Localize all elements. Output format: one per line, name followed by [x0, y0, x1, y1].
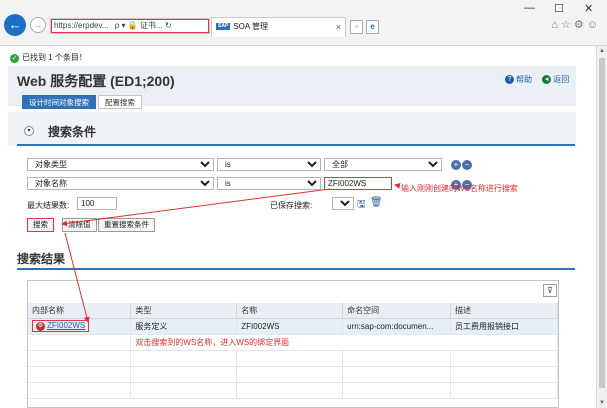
row1-add-remove: + − [451, 160, 473, 170]
back-arrow-icon[interactable]: ← [4, 14, 26, 36]
delete-icon[interactable]: 🗑 [370, 197, 383, 208]
add-row-icon[interactable]: + [451, 160, 461, 170]
header-links: ? 帮助 ◂ 返回 [505, 74, 569, 85]
browser-toolbar: ⌂☆⚙☺ [551, 18, 601, 31]
table-row [28, 366, 558, 383]
back-link[interactable]: ◂ 返回 [542, 75, 569, 85]
column-header[interactable]: 命名空间 [342, 303, 452, 319]
ie-logo-icon[interactable]: e [366, 20, 379, 34]
sap-logo-icon: SAP [216, 23, 231, 31]
back-icon: ◂ [542, 75, 552, 85]
help-icon: ? [505, 75, 514, 85]
forward-arrow-icon[interactable]: → [30, 17, 46, 33]
column-header[interactable]: 名称 [236, 303, 344, 319]
smiley-icon[interactable]: ☺ [587, 19, 601, 31]
input-hint-arrow [394, 183, 401, 189]
reset-criteria-button[interactable]: 重置搜索条件 [98, 218, 155, 232]
max-results-label: 最大结果数: [27, 201, 70, 210]
table-cell: 员工费用报销接口 [450, 318, 558, 335]
table-row[interactable]: ⚙ ZFI002WS 服务定义 ZFI002WS urn:sap-com:docu… [28, 318, 558, 335]
clear-values-button[interactable]: 清除值 [62, 218, 97, 232]
saved-search-select[interactable] [332, 197, 354, 210]
operator-select-1[interactable]: is [217, 158, 321, 171]
tab-config-search[interactable]: 配置搜索 [98, 95, 142, 109]
home-icon[interactable]: ⌂ [551, 19, 561, 31]
save-icon[interactable]: 🖫 [357, 197, 366, 214]
vertical-scrollbar[interactable]: ▲ ▼ [596, 46, 607, 408]
table-cell: ZFI002WS [236, 318, 344, 335]
input-hint-annotation: 输入刚刚创建的WS名称进行搜索 [401, 184, 518, 193]
table-cell-internal-name[interactable]: ⚙ ZFI002WS [28, 318, 132, 335]
address-bar[interactable]: https://erpdev... ρ ▾ 🔒 证书... ↻ [50, 18, 210, 34]
results-table: 内部名称 类型 名称 命名空间 描述 ⚙ ZFI002WS 服务定义 ZFI002… [28, 303, 558, 399]
filter-icon[interactable]: ⊽ [543, 284, 557, 297]
remove-row-icon[interactable]: − [462, 160, 472, 170]
scroll-thumb[interactable] [599, 58, 605, 388]
table-row: 双击搜索到的WS名称，进入WS的绑定界面 [28, 334, 558, 351]
maximize-icon[interactable]: ☐ [554, 2, 564, 15]
column-header[interactable]: 描述 [450, 303, 558, 319]
field-select-1[interactable]: 对象类型 [27, 158, 214, 171]
table-header-row: 内部名称 类型 名称 命名空间 描述 [28, 303, 558, 319]
help-link[interactable]: ? 帮助 [505, 75, 532, 85]
collapse-icon[interactable]: ▾ [24, 126, 34, 136]
value-select-1[interactable]: 全部 [324, 158, 442, 171]
column-header[interactable]: 类型 [130, 303, 238, 319]
results-title: 搜索结果 [17, 252, 66, 266]
max-results-input[interactable] [77, 197, 117, 210]
browser-tab[interactable]: SAP SOA 管理 × [211, 17, 346, 37]
ws-name-link[interactable]: ⚙ ZFI002WS [32, 320, 90, 332]
page-title: Web 服务配置 (ED1;200) [17, 73, 175, 89]
browser-chrome: — ☐ ✕ ← → https://erpdev... ρ ▾ 🔒 证书... … [0, 0, 607, 46]
found-message: ✓ 已找到 1 个条目！ [10, 52, 87, 63]
address-url: https://erpdev... [54, 21, 109, 30]
table-cell: urn:sap-com:documen... [342, 318, 452, 335]
address-tools: ρ ▾ 🔒 证书... ↻ [114, 21, 172, 30]
dblclick-hint-annotation: 双击搜索到的WS名称，进入WS的绑定界面 [130, 334, 558, 351]
scroll-down-icon[interactable]: ▼ [599, 400, 605, 406]
found-text: 已找到 1 个条目！ [22, 53, 87, 62]
close-window-icon[interactable]: ✕ [584, 2, 593, 15]
check-icon: ✓ [10, 54, 19, 63]
minimize-icon[interactable]: — [524, 2, 535, 14]
service-icon: ⚙ [36, 321, 45, 331]
search-button[interactable]: 搜索 [27, 218, 54, 232]
saved-search-label: 已保存搜索: [270, 201, 313, 210]
new-tab-icon[interactable]: ▫ [350, 20, 363, 34]
scroll-up-icon[interactable]: ▲ [599, 48, 605, 54]
field-select-2[interactable]: 对象名称 [27, 177, 214, 190]
criteria-divider [17, 144, 575, 146]
tab-close-icon[interactable]: × [336, 18, 341, 36]
table-row [28, 350, 558, 367]
operator-select-2[interactable]: is [217, 177, 321, 190]
gear-icon[interactable]: ⚙ [574, 19, 587, 31]
table-cell: 服务定义 [130, 318, 238, 335]
column-header[interactable]: 内部名称 [28, 303, 132, 319]
tab-title: SOA 管理 [233, 22, 268, 31]
results-divider [17, 268, 575, 270]
criteria-title: 搜索条件 [48, 125, 97, 139]
search-tabs: 设计时间对象搜索 配置搜索 [22, 95, 144, 109]
star-icon[interactable]: ☆ [561, 19, 574, 31]
table-row [28, 382, 558, 399]
object-name-input[interactable] [324, 177, 392, 190]
tab-design-time-search[interactable]: 设计时间对象搜索 [22, 95, 96, 109]
